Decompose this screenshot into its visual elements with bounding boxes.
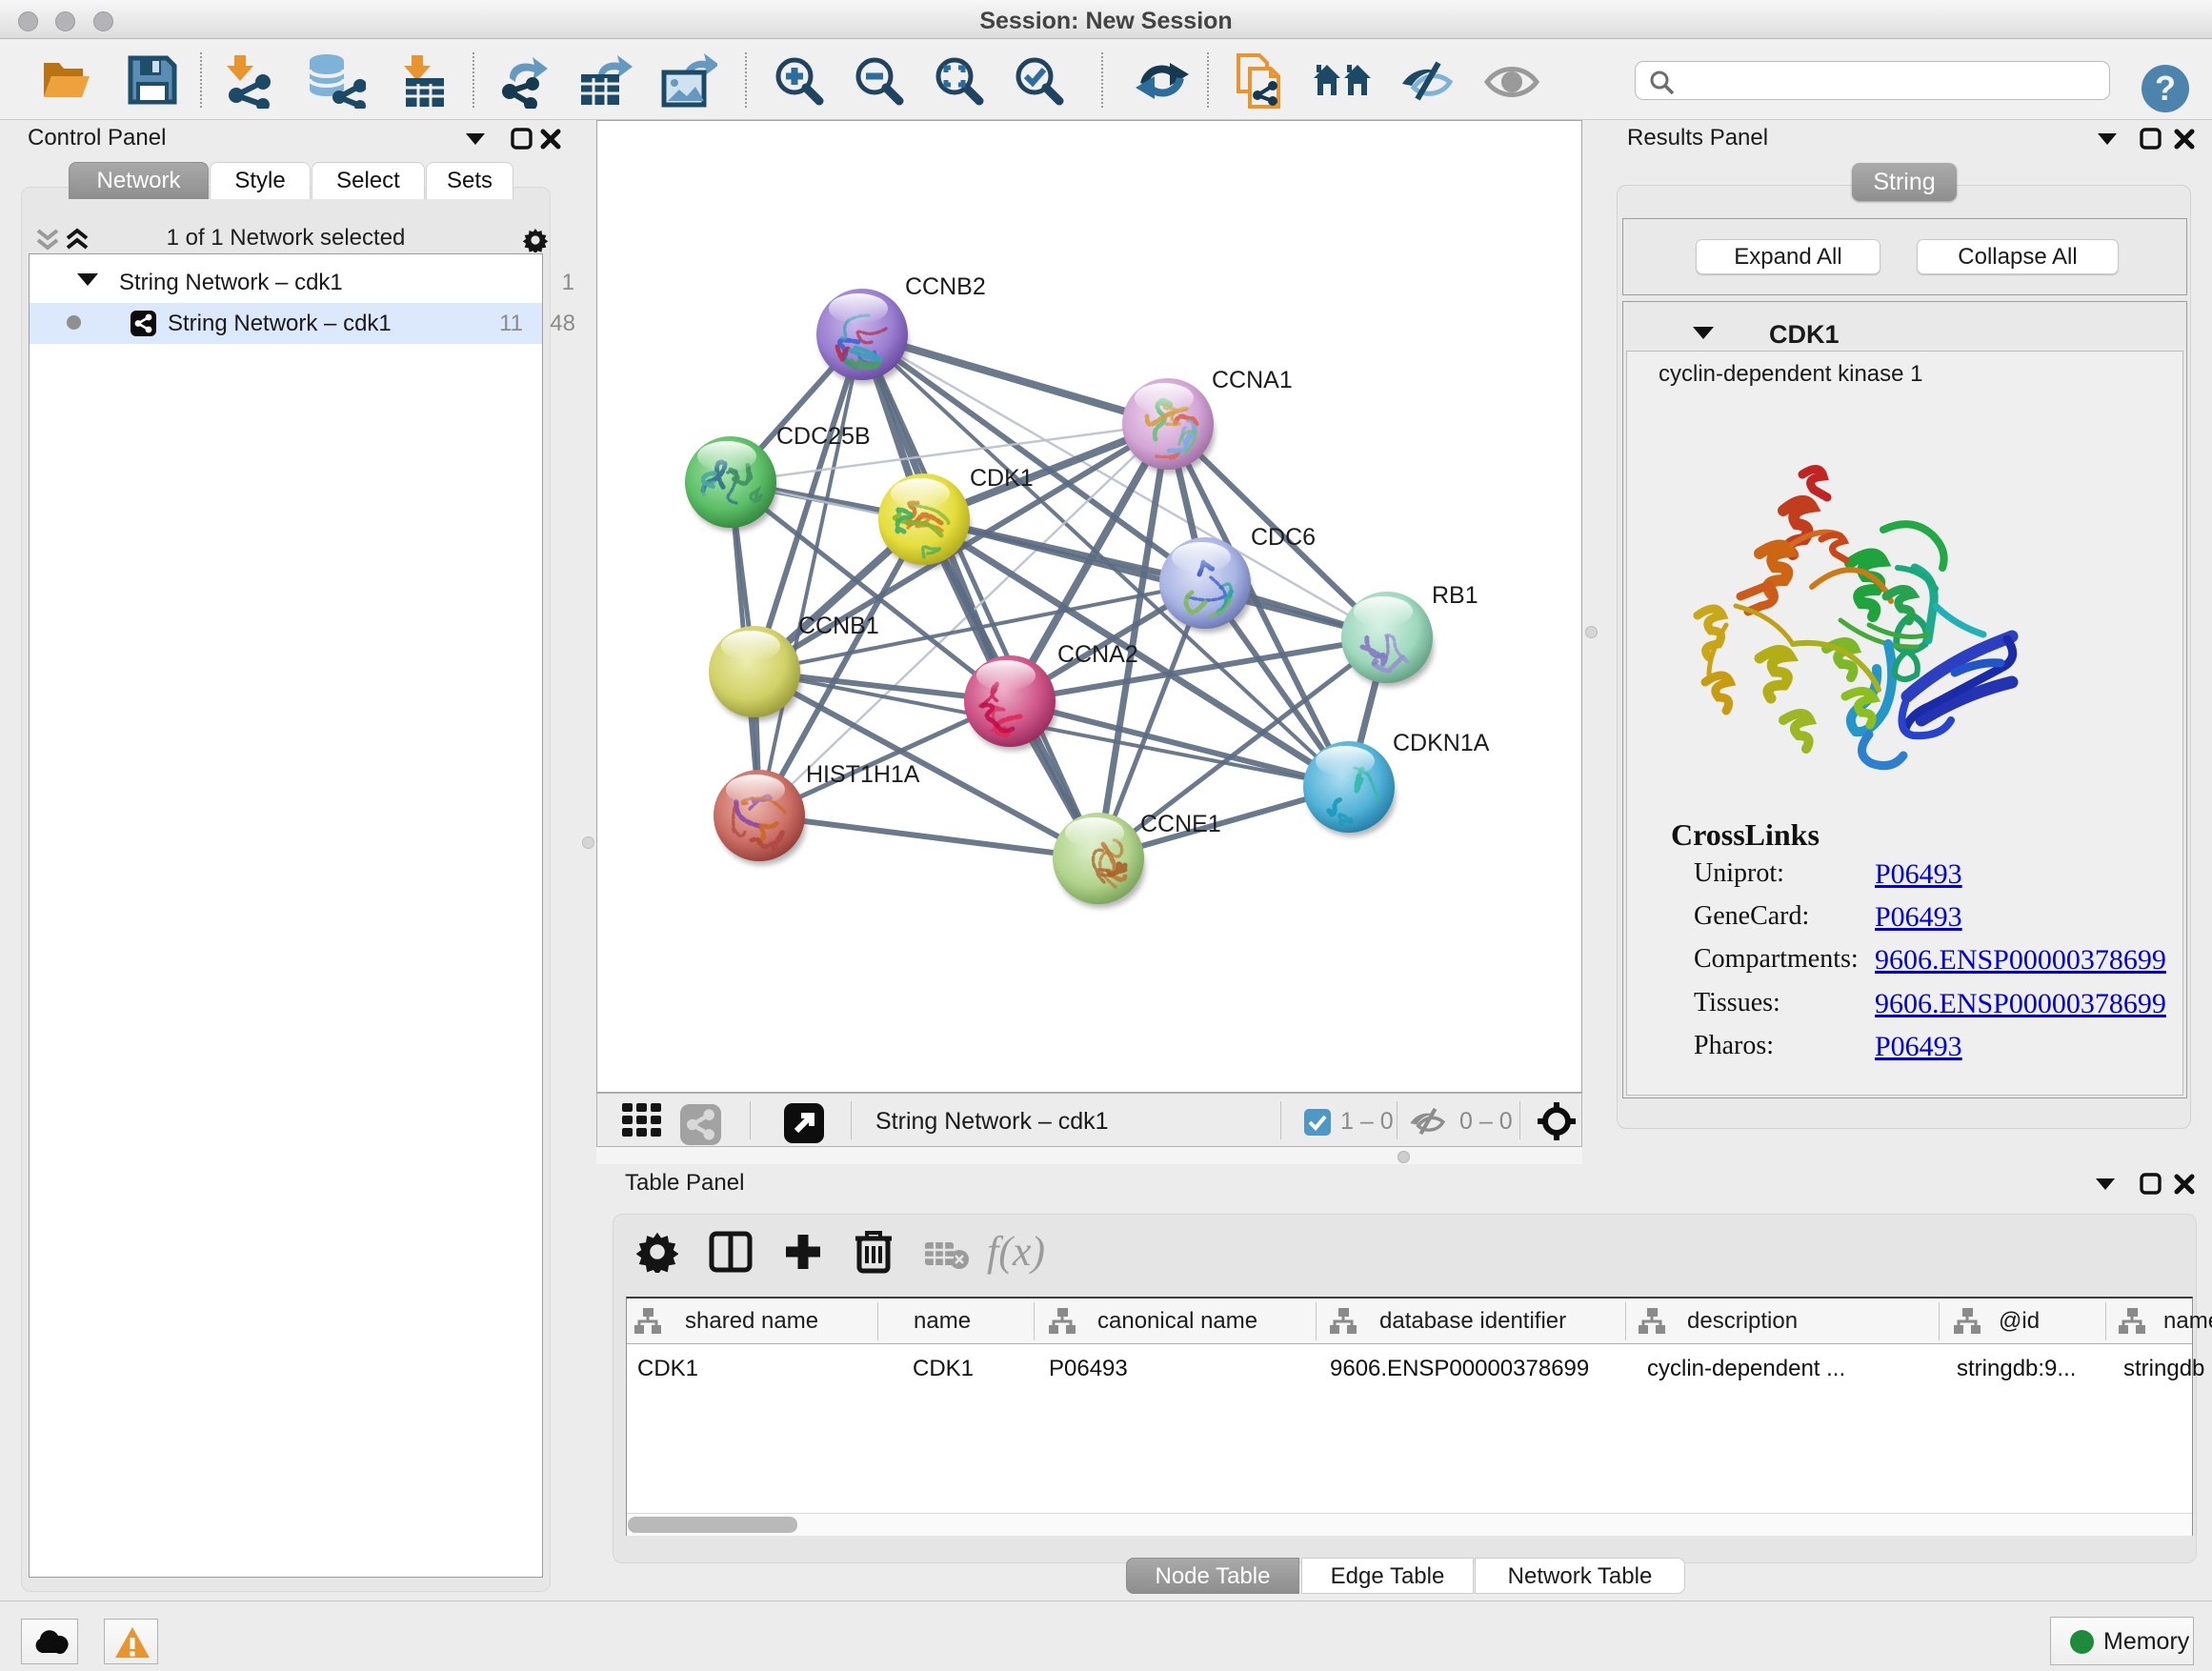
svg-text:?: ?	[2155, 69, 2176, 108]
svg-text:CDC6: CDC6	[1251, 524, 1316, 551]
svg-text:CCNB1: CCNB1	[798, 613, 879, 639]
svg-text:CCNA1: CCNA1	[1212, 367, 1293, 393]
svg-text:CCNE1: CCNE1	[1140, 811, 1221, 837]
svg-text:CDC25B: CDC25B	[776, 423, 871, 450]
svg-text:CCNB2: CCNB2	[905, 273, 986, 300]
svg-text:CCNA2: CCNA2	[1057, 641, 1138, 668]
svg-text:CDKN1A: CDKN1A	[1393, 730, 1490, 756]
svg-text:HIST1H1A: HIST1H1A	[806, 761, 920, 788]
svg-text:RB1: RB1	[1432, 582, 1478, 609]
svg-text:CDK1: CDK1	[970, 465, 1034, 492]
